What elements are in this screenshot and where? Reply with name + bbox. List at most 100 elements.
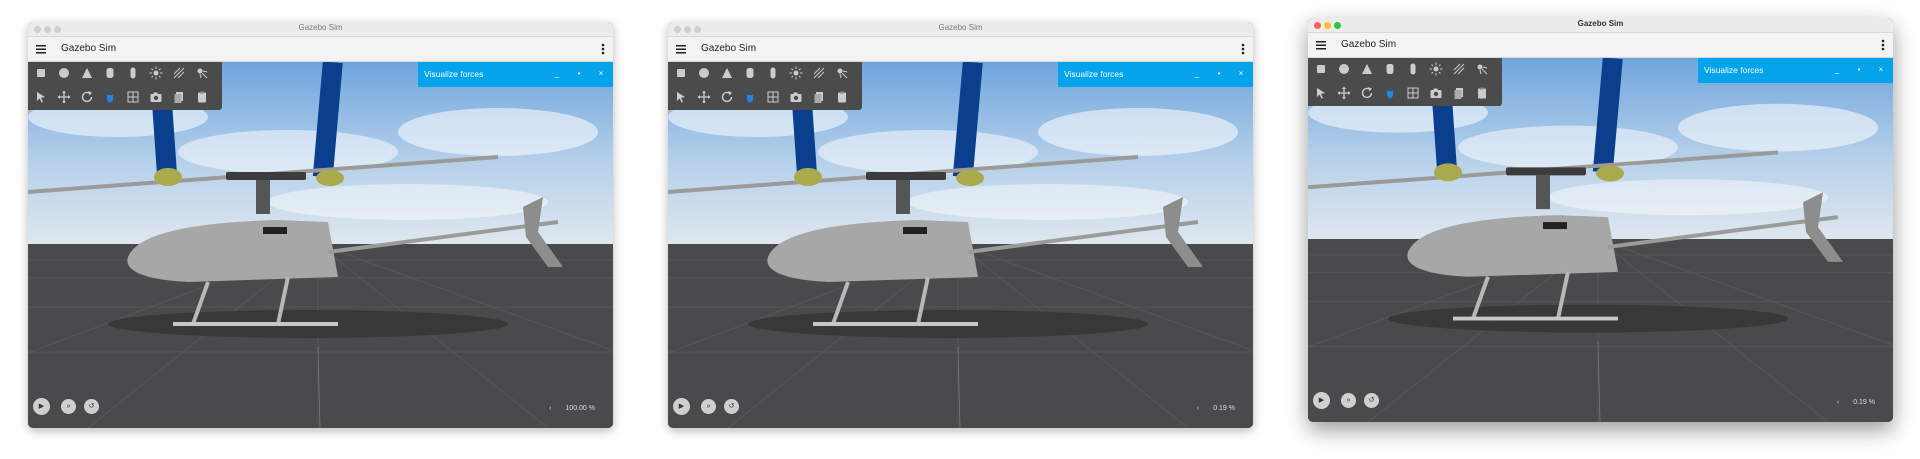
step-button[interactable]: » bbox=[61, 399, 76, 414]
sphere-icon[interactable] bbox=[697, 66, 711, 80]
cylinder-icon[interactable] bbox=[1383, 62, 1397, 76]
scene-3d-viewport[interactable]: ▶ » ↺ ‹ 0.19 % bbox=[668, 62, 1253, 428]
window-title: Gazebo Sim bbox=[1577, 19, 1624, 28]
play-button[interactable]: ▶ bbox=[33, 398, 50, 415]
select-icon[interactable] bbox=[1314, 86, 1328, 100]
directional-light-icon[interactable] bbox=[172, 66, 186, 80]
play-button[interactable]: ▶ bbox=[673, 398, 690, 415]
plugin-pin-button[interactable]: • bbox=[573, 68, 585, 80]
gazebo-window: Gazebo Sim Gazebo Sim bbox=[668, 22, 1253, 428]
capsule-icon[interactable] bbox=[1406, 62, 1420, 76]
shapes-lights-toolbar bbox=[28, 62, 222, 110]
hamburger-menu-icon[interactable] bbox=[34, 42, 48, 56]
plugin-close-button[interactable]: × bbox=[1875, 64, 1887, 76]
scene-3d-viewport[interactable]: ▶ » ↺ ‹ 0.19 % bbox=[1308, 58, 1893, 422]
box-icon[interactable] bbox=[1314, 62, 1328, 76]
paste-icon[interactable] bbox=[1475, 86, 1489, 100]
grid-icon[interactable] bbox=[766, 90, 780, 104]
visualize-forces-panel: Visualize forces _ • × bbox=[1698, 58, 1893, 83]
cylinder-icon[interactable] bbox=[103, 66, 117, 80]
reset-button[interactable]: ↺ bbox=[84, 399, 99, 414]
camera-icon[interactable] bbox=[1429, 86, 1443, 100]
capsule-icon[interactable] bbox=[126, 66, 140, 80]
copy-icon[interactable] bbox=[172, 90, 186, 104]
app-bar: Gazebo Sim bbox=[668, 37, 1253, 62]
spot-light-icon[interactable] bbox=[835, 66, 849, 80]
plugin-title: Visualize forces bbox=[424, 69, 484, 79]
helicopter-scene bbox=[1308, 58, 1893, 422]
visualize-forces-panel: Visualize forces _ • × bbox=[418, 62, 613, 87]
box-icon[interactable] bbox=[674, 66, 688, 80]
plugin-title: Visualize forces bbox=[1064, 69, 1124, 79]
more-options-icon[interactable] bbox=[599, 41, 607, 57]
snap-icon[interactable] bbox=[743, 90, 757, 104]
cone-icon[interactable] bbox=[80, 66, 94, 80]
plugin-minimize-button[interactable]: _ bbox=[551, 68, 563, 80]
step-button[interactable]: » bbox=[1341, 393, 1356, 408]
sun-icon[interactable] bbox=[1429, 62, 1443, 76]
step-button[interactable]: » bbox=[701, 399, 716, 414]
more-options-icon[interactable] bbox=[1879, 37, 1887, 53]
box-icon[interactable] bbox=[34, 66, 48, 80]
rtf-expand-arrow[interactable]: ‹ bbox=[1197, 405, 1199, 412]
app-name: Gazebo Sim bbox=[1341, 39, 1397, 50]
directional-light-icon[interactable] bbox=[1452, 62, 1466, 76]
window-titlebar[interactable]: Gazebo Sim bbox=[668, 22, 1253, 37]
shapes-lights-toolbar bbox=[1308, 58, 1502, 106]
plugin-close-button[interactable]: × bbox=[1235, 68, 1247, 80]
cone-icon[interactable] bbox=[1360, 62, 1374, 76]
more-options-icon[interactable] bbox=[1239, 41, 1247, 57]
translate-icon[interactable] bbox=[697, 90, 711, 104]
window-title: Gazebo Sim bbox=[298, 23, 343, 32]
copy-icon[interactable] bbox=[1452, 86, 1466, 100]
rotate-icon[interactable] bbox=[720, 90, 734, 104]
play-button[interactable]: ▶ bbox=[1313, 392, 1330, 409]
reset-button[interactable]: ↺ bbox=[1364, 393, 1379, 408]
capsule-icon[interactable] bbox=[766, 66, 780, 80]
cone-icon[interactable] bbox=[720, 66, 734, 80]
rotate-icon[interactable] bbox=[1360, 86, 1374, 100]
rtf-expand-arrow[interactable]: ‹ bbox=[549, 405, 551, 412]
hamburger-menu-icon[interactable] bbox=[674, 42, 688, 56]
select-icon[interactable] bbox=[674, 90, 688, 104]
reset-button[interactable]: ↺ bbox=[724, 399, 739, 414]
grid-icon[interactable] bbox=[1406, 86, 1420, 100]
sun-icon[interactable] bbox=[789, 66, 803, 80]
grid-icon[interactable] bbox=[126, 90, 140, 104]
scene-3d-viewport[interactable]: ▶ » ↺ ‹ 100.00 % bbox=[28, 62, 613, 428]
sphere-icon[interactable] bbox=[57, 66, 71, 80]
plugin-pin-button[interactable]: • bbox=[1853, 64, 1865, 76]
camera-icon[interactable] bbox=[149, 90, 163, 104]
window-titlebar[interactable]: Gazebo Sim bbox=[28, 22, 613, 37]
spot-light-icon[interactable] bbox=[1475, 62, 1489, 76]
select-icon[interactable] bbox=[34, 90, 48, 104]
paste-icon[interactable] bbox=[835, 90, 849, 104]
app-bar: Gazebo Sim bbox=[1308, 33, 1893, 58]
window-titlebar[interactable]: Gazebo Sim bbox=[1308, 18, 1893, 33]
hamburger-menu-icon[interactable] bbox=[1314, 38, 1328, 52]
paste-icon[interactable] bbox=[195, 90, 209, 104]
cylinder-icon[interactable] bbox=[743, 66, 757, 80]
rtf-value: 0.19 % bbox=[1853, 399, 1875, 406]
plugin-minimize-button[interactable]: _ bbox=[1191, 68, 1203, 80]
sun-icon[interactable] bbox=[149, 66, 163, 80]
shapes-lights-toolbar bbox=[668, 62, 862, 110]
plugin-pin-button[interactable]: • bbox=[1213, 68, 1225, 80]
rotate-icon[interactable] bbox=[80, 90, 94, 104]
copy-icon[interactable] bbox=[812, 90, 826, 104]
plugin-minimize-button[interactable]: _ bbox=[1831, 64, 1843, 76]
translate-icon[interactable] bbox=[57, 90, 71, 104]
translate-icon[interactable] bbox=[1337, 86, 1351, 100]
app-name: Gazebo Sim bbox=[61, 43, 117, 54]
rtf-expand-arrow[interactable]: ‹ bbox=[1837, 399, 1839, 406]
rtf-value: 100.00 % bbox=[565, 405, 595, 412]
sphere-icon[interactable] bbox=[1337, 62, 1351, 76]
plugin-close-button[interactable]: × bbox=[595, 68, 607, 80]
rtf-value: 0.19 % bbox=[1213, 405, 1235, 412]
snap-icon[interactable] bbox=[103, 90, 117, 104]
directional-light-icon[interactable] bbox=[812, 66, 826, 80]
spot-light-icon[interactable] bbox=[195, 66, 209, 80]
snap-icon[interactable] bbox=[1383, 86, 1397, 100]
real-time-factor: ‹ 100.00 % bbox=[549, 405, 595, 412]
camera-icon[interactable] bbox=[789, 90, 803, 104]
